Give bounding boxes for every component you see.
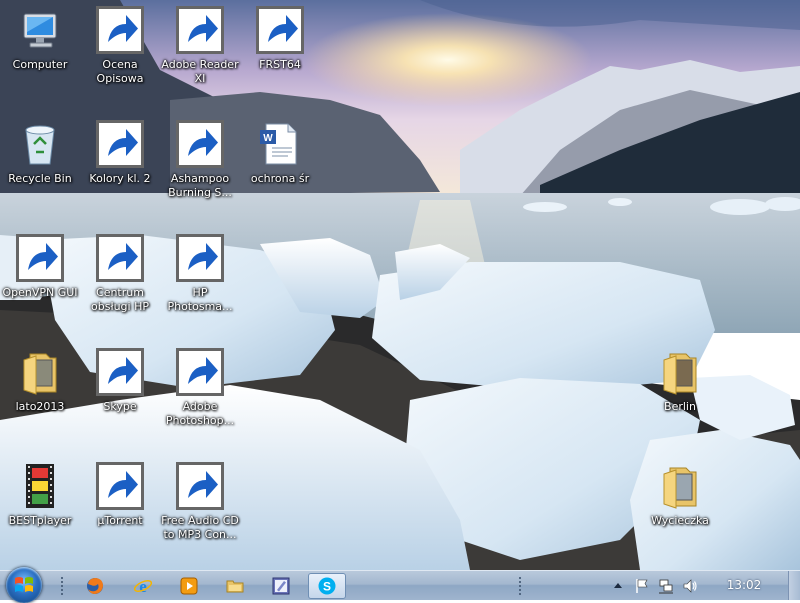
recycle-bin-icon — [25, 125, 55, 165]
desktop-icon-ochrona[interactable]: W ochrona śr — [240, 114, 320, 214]
folder-icon — [663, 467, 697, 509]
taskbar-explorer[interactable] — [216, 573, 254, 599]
desktop-icon-openvpn[interactable]: OpenVPN GUI — [0, 228, 80, 328]
icon-label: Wycieczka — [651, 514, 709, 527]
firefox-icon — [87, 578, 103, 594]
desktop-icon-utorrent[interactable]: µ µTorrent — [80, 456, 160, 556]
shortcut-arrow-icon — [176, 348, 224, 396]
computer-icon — [23, 13, 57, 48]
icon-label: Adobe Reader XI — [161, 58, 239, 85]
action-center-button[interactable] — [632, 576, 652, 596]
icon-label: Free Audio CD to MP3 Con... — [161, 514, 239, 541]
windows-logo-icon — [15, 577, 33, 592]
desktop-icon-skype[interactable]: S Skype — [80, 342, 160, 442]
desktop-icon-bestplayer[interactable]: BESTplayer — [0, 456, 80, 556]
icon-label: Centrum obsługi HP — [91, 286, 149, 313]
icon-label: lato2013 — [15, 400, 65, 413]
desktop-icon-wycieczka[interactable]: Wycieczka — [640, 456, 720, 556]
shortcut-arrow-icon — [96, 6, 144, 54]
icon-label: HP Photosma... — [167, 286, 233, 313]
icon-label: Berlin — [664, 400, 696, 413]
taskbar-internet-explorer[interactable]: e — [124, 573, 162, 599]
desktop-icon-berlin[interactable]: Berlin — [640, 342, 720, 442]
icon-label: Computer — [12, 58, 68, 71]
desktop-icon-kolory[interactable]: G r a kolory Kolory kl. 2 — [80, 114, 160, 214]
explorer-folder-icon — [226, 580, 244, 593]
skype-icon: S — [318, 577, 336, 595]
icon-label: BESTplayer — [8, 514, 72, 527]
svg-text:W: W — [263, 133, 273, 144]
icon-label: FRST64 — [259, 58, 301, 71]
start-button[interactable] — [6, 567, 42, 603]
icon-label: Recycle Bin — [8, 172, 72, 185]
network-icon — [659, 579, 673, 594]
taskbar-firefox[interactable] — [76, 573, 114, 599]
shortcut-arrow-icon — [16, 234, 64, 282]
desktop-icon-free-audio-cd[interactable]: MP3 Free Audio CD to MP3 Con... — [160, 456, 240, 556]
shortcut-arrow-icon — [176, 6, 224, 54]
desktop-icon-lato2013[interactable]: lato2013 — [0, 342, 80, 442]
shortcut-arrow-icon — [96, 462, 144, 510]
show-desktop-button[interactable] — [788, 571, 800, 600]
desktop-icon-hp-photosmart[interactable]: HP Photosma... — [160, 228, 240, 328]
internet-explorer-icon: e — [133, 577, 153, 596]
icon-label: Ashampoo Burning S... — [168, 172, 232, 199]
desktop-icon-adobe-reader[interactable]: Adobe Reader XI — [160, 0, 240, 100]
desktop[interactable]: Computer Ocena Opisowa Adobe Reader XI F… — [0, 0, 800, 570]
shortcut-arrow-icon — [96, 234, 144, 282]
volume-button[interactable] — [680, 576, 700, 596]
desktop-icon-computer[interactable]: Computer — [0, 0, 80, 100]
taskbar-grip[interactable] — [60, 576, 64, 596]
desktop-icon-ocena-opisowa[interactable]: Ocena Opisowa — [80, 0, 160, 100]
network-button[interactable] — [656, 576, 676, 596]
icon-label: Ocena Opisowa — [96, 58, 144, 85]
desktop-icon-ashampoo[interactable]: 2010 Ashampoo Burning S... — [160, 114, 240, 214]
icon-label: ochrona śr — [250, 172, 310, 185]
desktop-icon-photoshop[interactable]: Ps Adobe Photoshop... — [160, 342, 240, 442]
shortcut-arrow-icon — [256, 6, 304, 54]
volume-icon — [683, 579, 697, 593]
desktop-icon-hp-centrum[interactable]: hp Centrum obsługi HP — [80, 228, 160, 328]
taskbar-grip[interactable] — [518, 576, 522, 596]
action-center-flag-icon — [636, 579, 648, 593]
taskbar-media-player[interactable] — [170, 573, 208, 599]
folder-icon — [663, 353, 697, 395]
icon-label: Adobe Photoshop... — [165, 400, 235, 427]
taskbar-skype[interactable]: S — [308, 573, 346, 599]
word-document-icon: W — [260, 123, 297, 165]
shortcut-arrow-icon — [96, 348, 144, 396]
taskbar: e S 13:02 — [0, 567, 800, 603]
shortcut-arrow-icon — [96, 120, 144, 168]
shortcut-arrow-icon — [176, 462, 224, 510]
desktop-icon-frst64[interactable]: F FRST64 — [240, 0, 320, 100]
desktop-icon-recycle-bin[interactable]: Recycle Bin — [0, 114, 80, 214]
folder-icon — [23, 353, 57, 395]
pen-document-icon — [272, 577, 290, 595]
taskbar-ocena-opisowa[interactable] — [262, 573, 300, 599]
icon-label: µTorrent — [97, 514, 143, 527]
icon-label: Skype — [103, 400, 137, 413]
icon-label: OpenVPN GUI — [2, 286, 78, 299]
media-player-icon — [180, 577, 198, 595]
clock[interactable]: 13:02 — [718, 578, 770, 592]
show-hidden-icons-button[interactable] — [608, 576, 628, 596]
shortcut-arrow-icon — [176, 120, 224, 168]
show-hidden-icons-icon — [614, 583, 622, 588]
shortcut-arrow-icon — [176, 234, 224, 282]
icon-label: Kolory kl. 2 — [89, 172, 151, 185]
film-strip-icon — [26, 464, 54, 508]
svg-text:S: S — [323, 580, 331, 594]
svg-text:e: e — [139, 577, 147, 596]
